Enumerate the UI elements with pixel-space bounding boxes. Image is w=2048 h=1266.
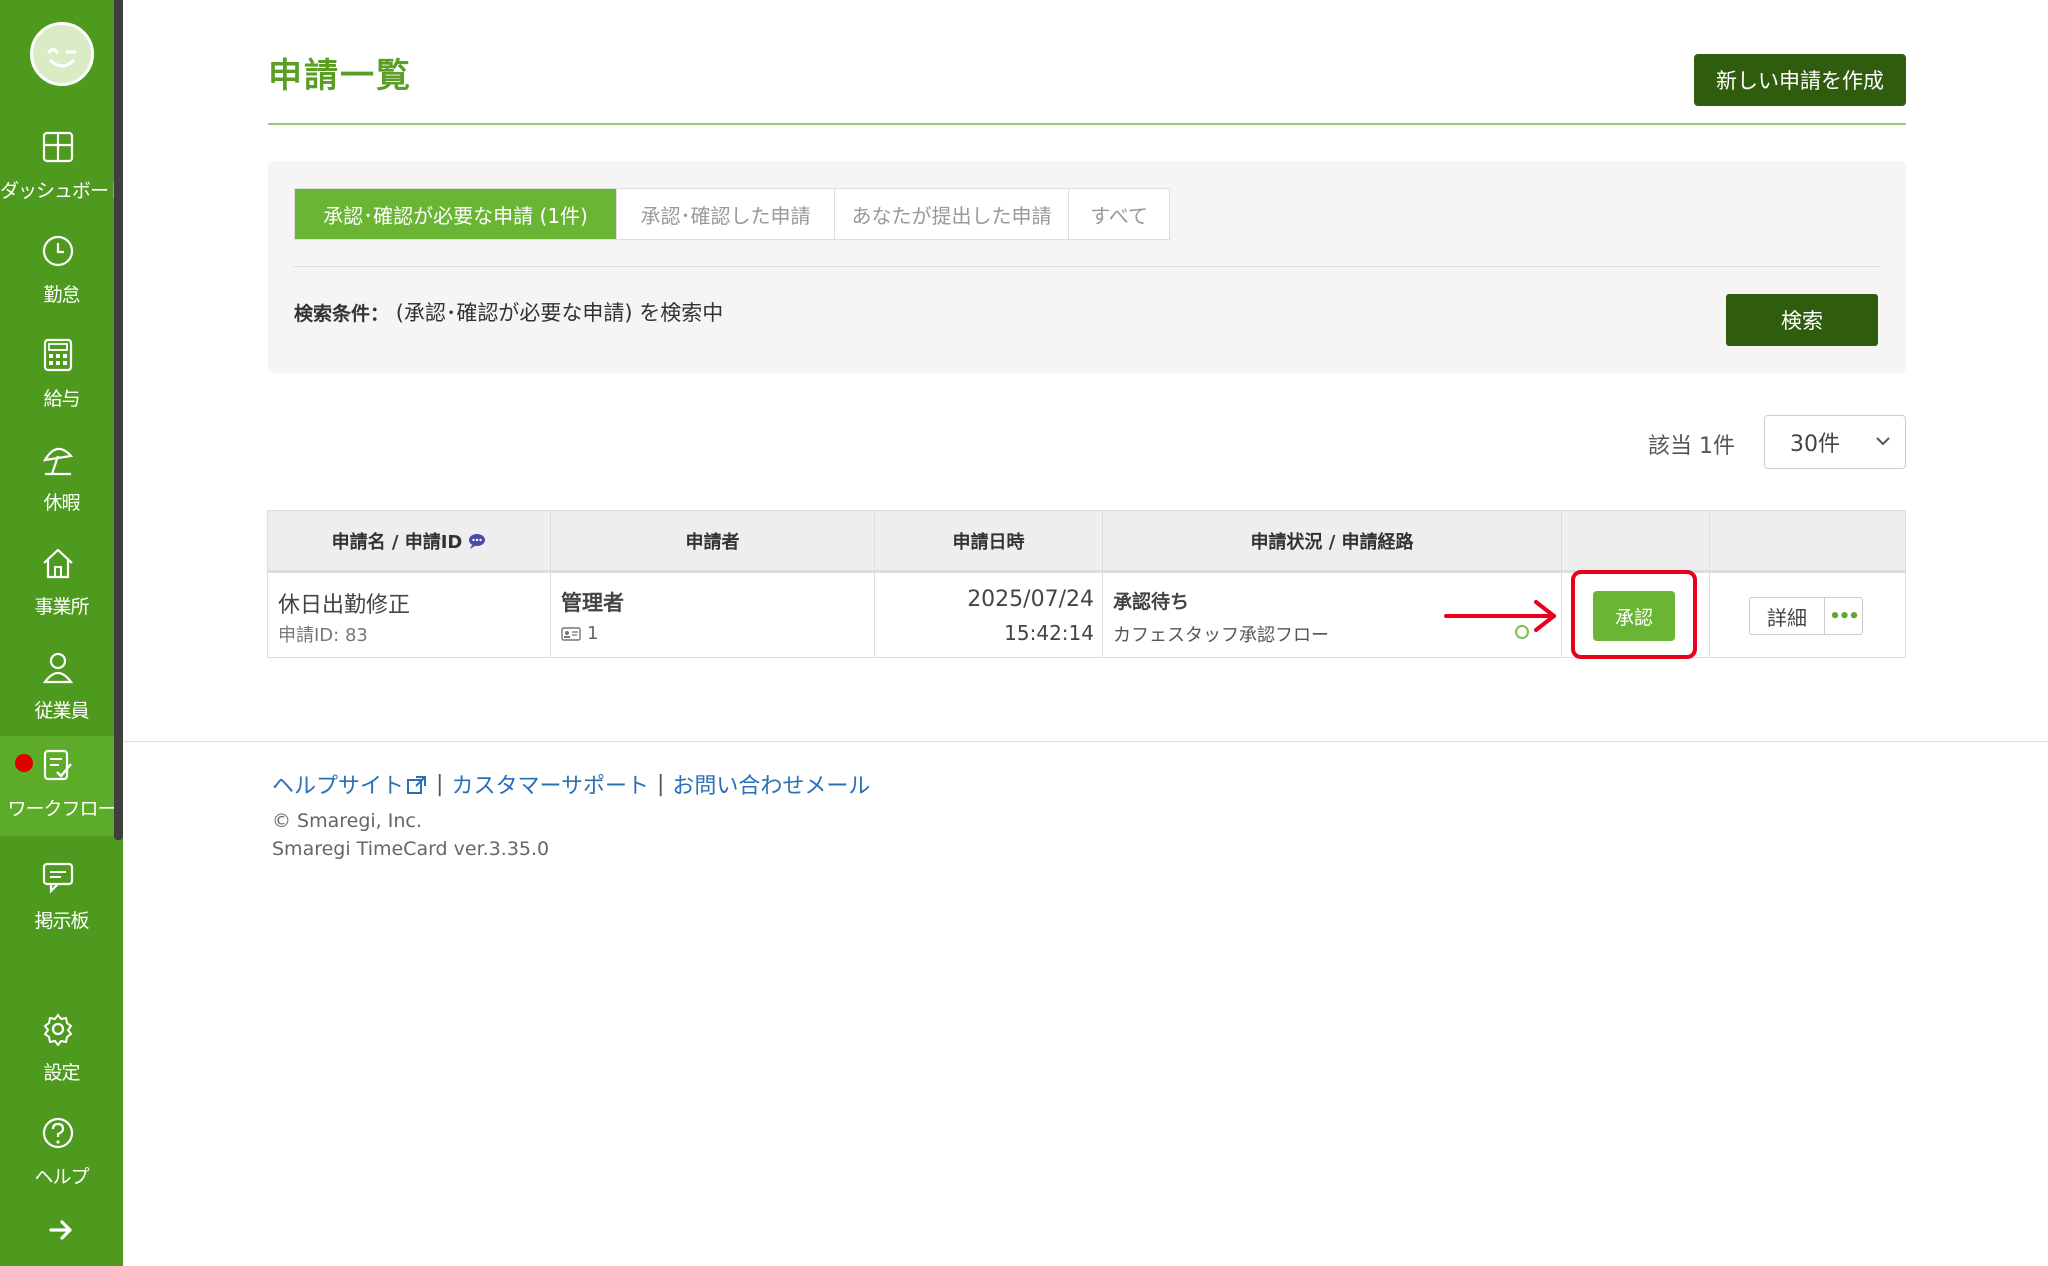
table-header: 申請名 / 申請ID 申請者 申請日時 申請状況 / 申請経路 [267, 510, 1906, 571]
per-page-value: 30件 [1790, 432, 1840, 457]
panel-divider [294, 266, 1880, 267]
footer-separator: | [657, 771, 665, 797]
search-condition-label: 検索条件： [294, 303, 390, 325]
expand-arrow-icon[interactable] [48, 1218, 76, 1242]
applicant-name: 管理者 [561, 591, 624, 615]
id-card-icon [561, 626, 581, 641]
column-header-action [1562, 511, 1710, 570]
tab-all[interactable]: すべて [1069, 189, 1169, 239]
sidebar-item-dashboard[interactable]: ダッシュボード [0, 118, 127, 218]
page-title: 申請一覧 [268, 56, 412, 96]
approve-button[interactable]: 承認 [1593, 591, 1675, 641]
clock-icon [42, 235, 74, 267]
sidebar-item-settings[interactable]: 設定 [0, 1000, 114, 1100]
sidebar-item-label: 給与 [43, 388, 80, 410]
approval-route: カフェスタッフ承認フロー [1113, 625, 1329, 646]
search-button[interactable]: 検索 [1726, 294, 1878, 346]
application-time: 15:42:14 [1004, 621, 1094, 645]
sidebar-item-bulletin[interactable]: 掲示板 [0, 848, 114, 948]
gear-icon [43, 1013, 73, 1046]
sidebar-item-label: 従業員 [34, 700, 89, 722]
title-divider [268, 123, 1906, 125]
workflow-icon [43, 749, 72, 781]
per-page-select[interactable]: 30件 [1764, 415, 1906, 469]
application-name: 休日出勤修正 [278, 593, 411, 618]
sidebar-item-employees[interactable]: 従業員 [0, 638, 114, 738]
detail-button-group: 詳細 ••• [1749, 597, 1863, 635]
comment-icon [469, 533, 486, 549]
filter-panel: 承認･確認が必要な申請 (1件) 承認･確認した申請 あなたが提出した申請 すべ… [268, 161, 1906, 373]
arrow-right-icon [1444, 600, 1556, 632]
sidebar-item-workflow[interactable]: ワークフロー [0, 736, 117, 836]
home-icon [43, 548, 73, 579]
sidebar-item-label: 休暇 [43, 492, 80, 514]
footer-separator: | [436, 771, 444, 797]
dashboard-icon [42, 131, 74, 163]
column-header-detail [1710, 511, 1906, 570]
search-condition: 検索条件： (承認･確認が必要な申請) を検索中 [294, 297, 723, 327]
chevron-down-icon [1876, 437, 1890, 446]
logo-smiley-icon[interactable] [30, 22, 94, 86]
cell-date: 2025/07/24 15:42:14 [875, 573, 1103, 658]
customer-support-link[interactable]: カスタマーサポート [451, 768, 649, 800]
help-icon [42, 1117, 74, 1149]
create-application-button[interactable]: 新しい申請を作成 [1694, 54, 1906, 106]
applicant-count: 1 [587, 623, 599, 644]
copyright: © Smaregi, Inc. [272, 810, 422, 832]
app-version: Smaregi TimeCard ver.3.35.0 [272, 838, 550, 860]
sidebar-scrollbar[interactable] [114, 0, 123, 840]
sidebar-item-label: ダッシュボード [0, 180, 127, 202]
cell-name: 休日出勤修正 申請ID: 83 [268, 573, 551, 658]
sidebar-item-label: 事業所 [34, 596, 89, 618]
sidebar-item-label: 勤怠 [43, 284, 80, 306]
detail-button[interactable]: 詳細 [1750, 598, 1825, 634]
calculator-icon [43, 338, 73, 372]
application-id: 申請ID: 83 [278, 625, 368, 646]
sidebar-item-label: 設定 [43, 1062, 80, 1084]
person-icon [42, 652, 74, 684]
footer-divider [123, 741, 2048, 742]
sidebar-item-attendance[interactable]: 勤怠 [0, 222, 114, 322]
column-header-applicant: 申請者 [551, 511, 875, 570]
external-link-icon [407, 776, 427, 794]
sidebar-item-label: 掲示板 [34, 910, 89, 932]
filter-tabs: 承認･確認が必要な申請 (1件) 承認･確認した申請 あなたが提出した申請 すべ… [294, 188, 1170, 240]
footer-links: ヘルプサイト | カスタマーサポート | お問い合わせメール [272, 768, 870, 800]
notification-dot [15, 754, 33, 772]
cell-applicant: 管理者 1 [551, 573, 875, 658]
tab-needs-approval[interactable]: 承認･確認が必要な申請 (1件) [295, 189, 617, 239]
more-options-button[interactable]: ••• [1825, 598, 1862, 634]
result-count: 該当 1件 [1648, 434, 1735, 459]
status-badge: 承認待ち [1113, 591, 1190, 613]
column-header-name: 申請名 / 申請ID [268, 511, 551, 570]
sidebar-item-label: ヘルプ [34, 1166, 89, 1188]
help-site-link[interactable]: ヘルプサイト [272, 768, 428, 800]
contact-mail-link[interactable]: お問い合わせメール [672, 768, 870, 800]
applicant-meta: 1 [561, 623, 598, 644]
column-header-date: 申請日時 [875, 511, 1103, 570]
sidebar: ダッシュボード 勤怠 給与 休暇 事業所 従業員 ワークフロー 掲示板 設定 ヘ… [0, 0, 127, 1266]
application-date: 2025/07/24 [967, 587, 1094, 612]
sidebar-item-payroll[interactable]: 給与 [0, 326, 114, 426]
tab-submitted[interactable]: あなたが提出した申請 [835, 189, 1069, 239]
search-condition-value: (承認･確認が必要な申請) を検索中 [395, 301, 724, 325]
sidebar-item-leave[interactable]: 休暇 [0, 430, 114, 530]
umbrella-icon [42, 447, 74, 476]
message-icon [42, 862, 74, 894]
tab-approved[interactable]: 承認･確認した申請 [617, 189, 835, 239]
sidebar-item-label: ワークフロー [7, 798, 116, 820]
sidebar-item-help[interactable]: ヘルプ [0, 1104, 114, 1204]
column-header-status: 申請状況 / 申請経路 [1103, 511, 1562, 570]
sidebar-item-office[interactable]: 事業所 [0, 534, 114, 634]
